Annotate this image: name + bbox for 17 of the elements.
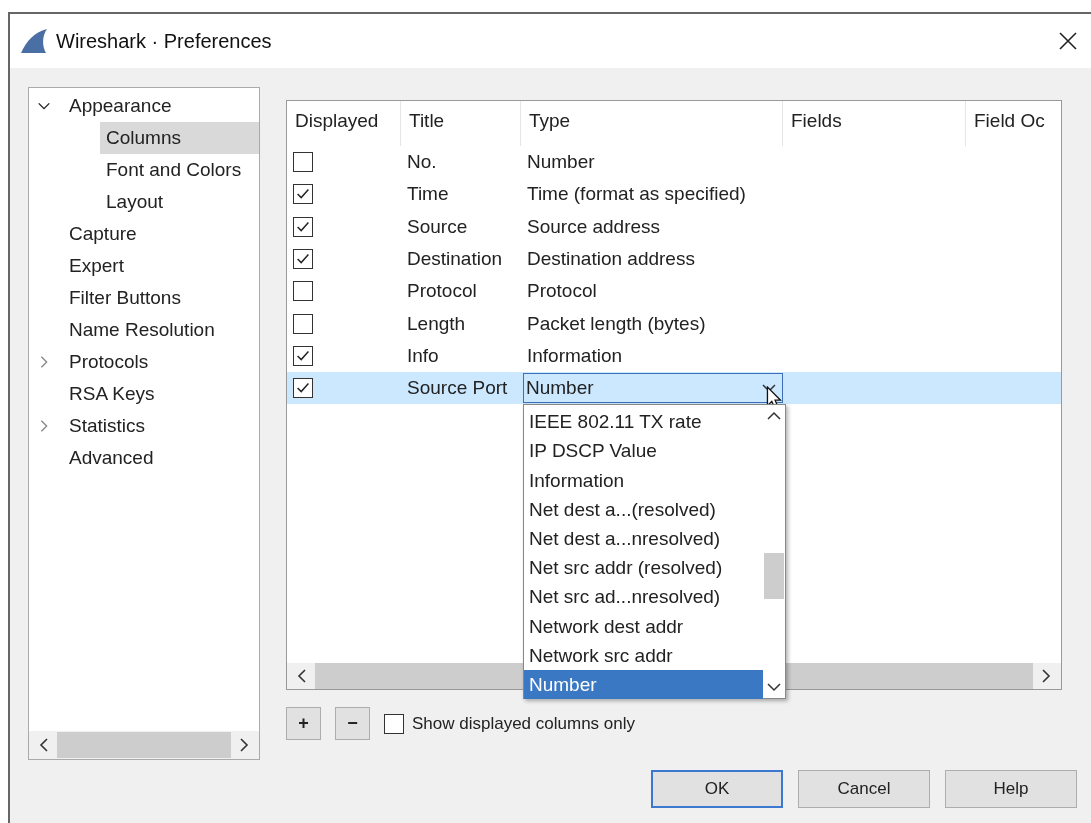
table-cell-text: Packet length (bytes)	[526, 311, 707, 336]
table-cell-text: Information	[526, 343, 624, 368]
table-cell-text: No.	[406, 150, 438, 175]
table-cell-text: Destination address	[526, 247, 696, 272]
table-cell-text: Destination	[406, 247, 504, 272]
table-cell-text: Time	[406, 182, 450, 207]
table-cell-text: Length	[406, 311, 467, 336]
table-cell-text: Number	[526, 150, 596, 175]
table-cell-text: Time (format as specified)	[526, 182, 747, 207]
table-cell-text: Info	[406, 343, 440, 368]
table-cell-text: Source Port	[406, 376, 509, 401]
table-cell-text: Source address	[526, 214, 662, 239]
table-cell-text: Source	[406, 214, 469, 239]
table-cell-text: Protocol	[526, 279, 598, 304]
table-cell-text: Protocol	[406, 279, 478, 304]
checkbox-label: Show displayed columns only	[412, 713, 635, 734]
window-title: Wireshark · Preferences	[56, 29, 272, 53]
